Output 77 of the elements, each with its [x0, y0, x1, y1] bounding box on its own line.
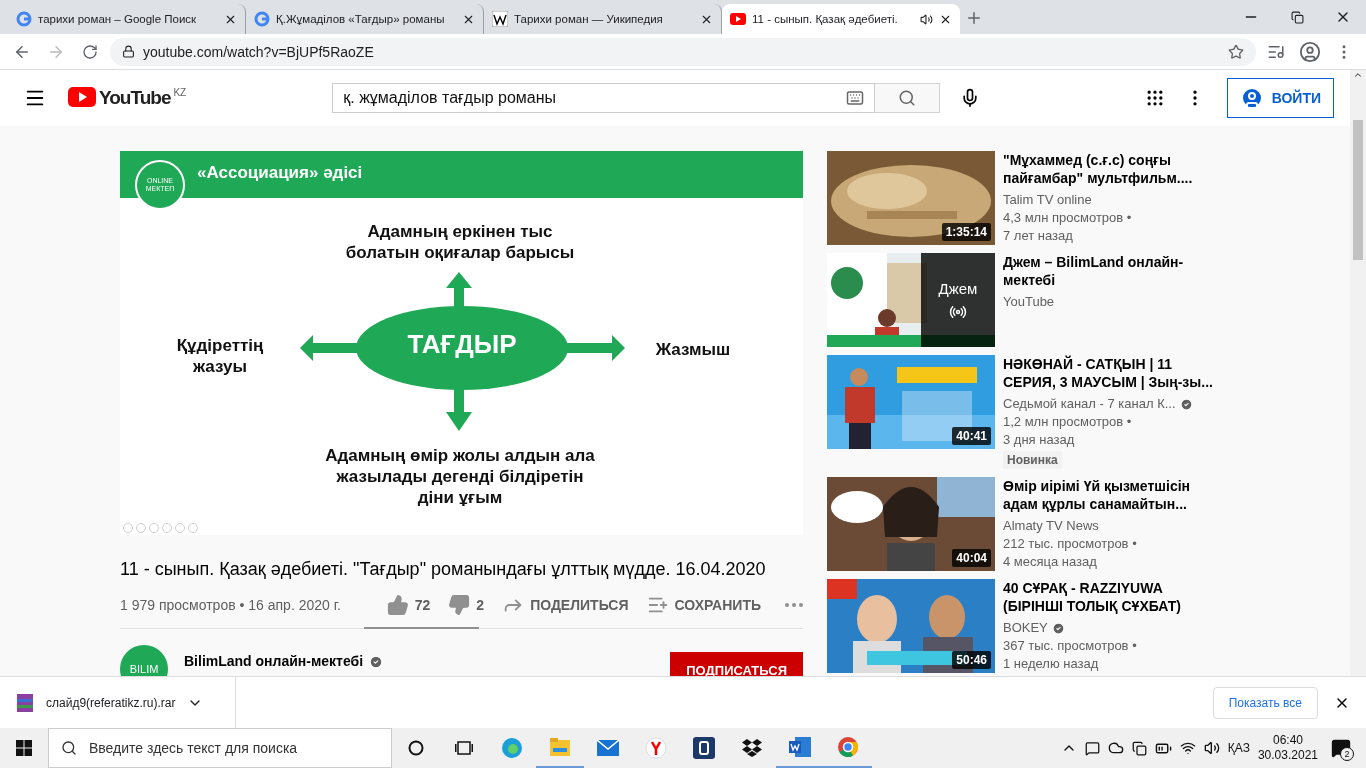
view-count: 4,3 млн просмотров • — [1003, 209, 1133, 227]
scroll-thumb[interactable] — [1353, 120, 1363, 260]
keyboard-icon[interactable] — [846, 89, 865, 107]
save-button[interactable]: СОХРАНИТЬ — [646, 593, 761, 616]
search-field[interactable]: қ. жұмаділов тағдыр романы — [332, 83, 876, 113]
video-title: Джем – BilimLand онлайн-мектебі — [1003, 253, 1185, 289]
view-count: 367 тыс. просмотров • — [1003, 637, 1138, 655]
new-tab-icon[interactable] — [965, 9, 983, 27]
channel-name: Седьмой канал - 7 канал К... — [1003, 395, 1176, 413]
clock[interactable]: 06:40 30.03.2021 — [1257, 733, 1318, 763]
video-title: Өмір иірімі Үй қызметшісін адам құрлы санамайтын... — [1003, 477, 1191, 513]
video-stats: 1 979 просмотров • 16 апр. 2020 г. — [120, 596, 342, 613]
play-icon — [730, 13, 746, 25]
more-icon — [785, 602, 803, 607]
slide-text: Құдіреттің жазуы — [175, 335, 265, 377]
google-icon — [254, 11, 270, 27]
show-all-button[interactable]: Показать все — [1212, 686, 1318, 719]
like-button[interactable]: 72 — [386, 593, 431, 616]
duration-label: 50:46 — [952, 651, 991, 669]
arrow — [300, 335, 360, 361]
search-button[interactable] — [875, 83, 941, 113]
upload-age: 7 лет назад — [1003, 227, 1074, 245]
search-placeholder: Введите здесь текст для поиска — [89, 740, 298, 756]
search-icon — [61, 740, 77, 756]
view-count: 212 тыс. просмотров • — [1003, 535, 1138, 553]
related-video[interactable]: 40:04 Өмір иірімі Үй қызметшісін адам құрлы санамайтын... Almaty TV News 212 тыс. просмотров • 4 месяца назад — [827, 477, 1229, 571]
slide-center-text: ТАҒДЫР — [406, 329, 518, 360]
restore-icon[interactable] — [1290, 10, 1304, 24]
view-count: 1,2 млн просмотров • — [1003, 413, 1133, 431]
duration-label: 40:41 — [952, 427, 991, 445]
taskbar-search-field[interactable]: Введите здесь текст для поиска — [48, 728, 392, 768]
language-indicator[interactable]: ҚАЗ — [1227, 741, 1250, 755]
duration-label: 40:04 — [952, 549, 991, 567]
channel-name: Almaty TV News — [1003, 517, 1099, 535]
volume-icon[interactable] — [1203, 740, 1220, 756]
duration-label: 1:35:14 — [941, 223, 991, 241]
wifi-icon[interactable] — [1179, 740, 1196, 756]
scrollbar[interactable] — [1350, 70, 1366, 676]
slide-text: Адамның өмір жолы алдын ала жазылады дегенді білдіретін діни ұғым — [324, 445, 596, 508]
star-icon[interactable] — [1228, 43, 1244, 60]
address-bar[interactable]: youtube.com/watch?v=BjUPf5RaoZE — [110, 37, 1256, 66]
cloud-icon[interactable] — [1107, 740, 1124, 756]
google-icon — [16, 11, 32, 27]
sign-in-button[interactable]: ВОЙТИ — [1226, 78, 1334, 118]
archive-icon — [16, 692, 34, 713]
reload-icon[interactable] — [82, 43, 98, 60]
video-title: 11 - сынып. Қазақ әдебиеті. "Тағдыр" романындағы ұлттық мүдде. 16.04.2020 — [120, 558, 767, 581]
related-video[interactable]: Джем Джем – BilimLand онлайн-мектебі YouTube — [827, 253, 1229, 347]
profile-icon[interactable] — [1299, 40, 1321, 63]
channel-name: BOKEY — [1003, 619, 1048, 637]
channel-name: YouTube — [1003, 293, 1055, 311]
related-video[interactable]: 1:35:14 "Мұхаммед (с.ғ.с) соңғы пайғамбар" мультфильм.... Talim TV online 4,3 млн просмотров • 7 лет назад — [827, 151, 1229, 245]
arrow — [564, 335, 625, 361]
slide-controls-icon — [123, 523, 198, 533]
playlist-overlay: Джем — [921, 253, 995, 347]
slide-text: Жазмыш — [654, 339, 732, 360]
browser-tab[interactable]: 11 - сынып. Қазақ әдебиеті. — [722, 4, 960, 34]
channel-name: Talim TV online — [1003, 191, 1092, 209]
video-title: "Мұхаммед (с.ғ.с) соңғы пайғамбар" мультфильм.... — [1003, 151, 1194, 187]
share-button[interactable]: ПОДЕЛИТЬСЯ — [502, 593, 629, 616]
new-badge: Новинка — [1003, 451, 1062, 469]
lock-icon — [122, 45, 135, 58]
search-icon — [898, 89, 917, 107]
slide-text: Адамның еркінен тыс болатын оқиғалар барысы — [345, 221, 575, 263]
scroll-up-icon[interactable] — [1353, 70, 1363, 80]
related-video[interactable]: 40:41 НӘКӨНАЙ - САТҚЫН | 11 СЕРИЯ, 3 МАУСЫМ | Зың-зы... Седьмой канал - 7 канал К... 1,2 млн просмотров • 3 дня назад Новинка — [827, 355, 1229, 469]
upload-age: 4 месяца назад — [1003, 553, 1098, 571]
channel-name[interactable]: BilimLand онлайн-мектебі — [184, 653, 364, 669]
slide-title: «Ассоциация» әдісі — [197, 163, 363, 183]
more-button[interactable] — [785, 602, 803, 607]
notifications-button[interactable]: 2 — [1326, 733, 1356, 763]
upload-age: 3 дня назад — [1003, 431, 1076, 449]
upload-age: 1 неделю назад — [1003, 655, 1100, 673]
video-title: 40 СҰРАҚ - RAZZIYUWA (БІРІНШІ ТОЛЫҚ СҰХБАТ) — [1003, 579, 1182, 615]
video-title: НӘКӨНАЙ - САТҚЫН | 11 СЕРИЯ, 3 МАУСЫМ | Зың-зы... — [1003, 355, 1213, 391]
wikipedia-icon — [492, 11, 508, 27]
related-video[interactable]: 50:46 40 СҰРАҚ - RAZZIYUWA (БІРІНШІ ТОЛЫҚ СҰХБАТ) BOKEY 367 тыс. просмотров • 1 неделю назад — [827, 579, 1229, 673]
